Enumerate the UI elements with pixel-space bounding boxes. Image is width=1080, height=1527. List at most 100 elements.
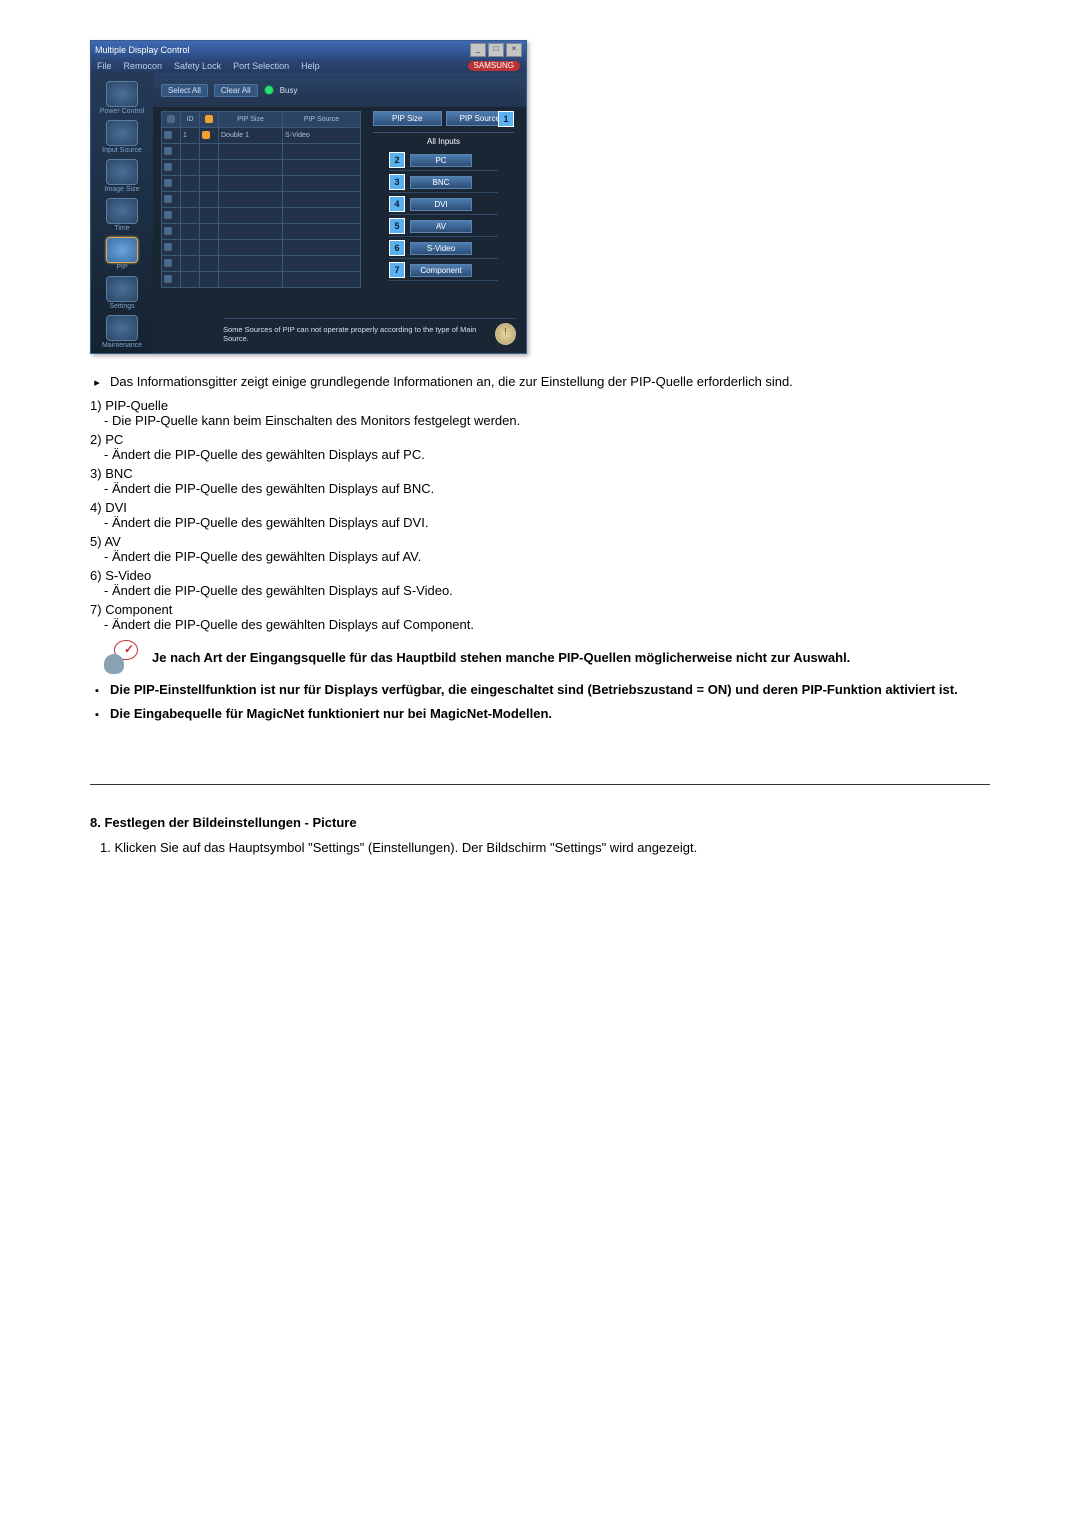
input-num: 2 — [389, 152, 405, 168]
window-controls: _ □ × — [470, 43, 522, 57]
feature-list: 1) PIP-Quelle- Die PIP-Quelle kann beim … — [90, 398, 990, 632]
input-button[interactable]: AV — [410, 220, 472, 233]
input-button[interactable]: PC — [410, 154, 472, 167]
item-desc: - Ändert die PIP-Quelle des gewählten Di… — [90, 583, 990, 598]
row-id: 1 — [181, 128, 200, 144]
table-row[interactable] — [162, 256, 361, 272]
table-row[interactable] — [162, 208, 361, 224]
sidebar-label: Input Source — [102, 147, 142, 154]
clear-all-button[interactable]: Clear All — [214, 84, 258, 97]
menu-bar: File Remocon Safety Lock Port Selection … — [91, 59, 526, 73]
row-check-icon[interactable] — [164, 195, 172, 203]
item-num: 2) — [90, 432, 102, 447]
row-check-icon[interactable] — [164, 259, 172, 267]
item-desc: - Ändert die PIP-Quelle des gewählten Di… — [90, 447, 990, 462]
input-num: 7 — [389, 262, 405, 278]
main-area: Select All Clear All Busy ID PIP Size PI… — [153, 73, 526, 353]
checkbox-icon[interactable] — [167, 115, 175, 123]
tab-pip-size[interactable]: PIP Size — [373, 111, 442, 126]
row-check-icon[interactable] — [164, 163, 172, 171]
tab-badge: 1 — [498, 111, 514, 127]
table-row[interactable] — [162, 176, 361, 192]
input-button[interactable]: BNC — [410, 176, 472, 189]
intro-row: ▸ Das Informationsgitter zeigt einige gr… — [90, 374, 990, 392]
tab-pip-source[interactable]: PIP Source1 — [446, 111, 515, 126]
menu-safety-lock[interactable]: Safety Lock — [174, 61, 221, 71]
item-num: 3) — [90, 466, 102, 481]
window-title-bar: Multiple Display Control _ □ × — [91, 41, 526, 59]
sidebar-item-maintenance[interactable]: Maintenance — [94, 313, 150, 351]
brand-badge: SAMSUNG — [468, 61, 520, 71]
table-row[interactable] — [162, 240, 361, 256]
busy-indicator-icon — [264, 85, 274, 95]
sidebar-item-input-source[interactable]: Input Source — [94, 118, 150, 156]
pip-icon — [106, 237, 138, 263]
sidebar-item-settings[interactable]: Settings — [94, 274, 150, 312]
input-item-av[interactable]: 5 AV — [389, 218, 498, 237]
sidebar-label: Settings — [109, 303, 134, 310]
maximize-button[interactable]: □ — [488, 43, 504, 57]
row-check-icon[interactable] — [164, 243, 172, 251]
table-row[interactable] — [162, 224, 361, 240]
sidebar-item-power-control[interactable]: Power Control — [94, 79, 150, 117]
select-all-button[interactable]: Select All — [161, 84, 208, 97]
table-row[interactable] — [162, 272, 361, 288]
input-item-component[interactable]: 7 Component — [389, 262, 498, 281]
input-num: 6 — [389, 240, 405, 256]
bold-note-2: Die Eingabequelle für MagicNet funktioni… — [110, 706, 552, 724]
input-num: 4 — [389, 196, 405, 212]
sidebar-item-image-size[interactable]: Image Size — [94, 157, 150, 195]
close-button[interactable]: × — [506, 43, 522, 57]
table-row[interactable] — [162, 144, 361, 160]
table-row[interactable]: 1 Double 1 S-Video — [162, 128, 361, 144]
input-num: 5 — [389, 218, 405, 234]
input-item-dvi[interactable]: 4 DVI — [389, 196, 498, 215]
list-item: 1) PIP-Quelle- Die PIP-Quelle kann beim … — [90, 398, 990, 428]
menu-remocon[interactable]: Remocon — [124, 61, 163, 71]
input-button[interactable]: Component — [410, 264, 472, 277]
item-title: S-Video — [105, 568, 151, 583]
input-item-pc[interactable]: 2 PC — [389, 152, 498, 171]
menu-help[interactable]: Help — [301, 61, 320, 71]
input-button[interactable]: DVI — [410, 198, 472, 211]
toolbar: Select All Clear All Busy — [153, 73, 526, 107]
row-check-icon[interactable] — [164, 179, 172, 187]
list-item: 3) BNC- Ändert die PIP-Quelle des gewähl… — [90, 466, 990, 496]
row-pip-size: Double 1 — [219, 128, 283, 144]
bold-note-1: Die PIP-Einstellfunktion ist nur für Dis… — [110, 682, 958, 700]
minimize-button[interactable]: _ — [470, 43, 486, 57]
status-icon — [205, 115, 213, 123]
table-row[interactable] — [162, 160, 361, 176]
arrow-icon: ▪ — [90, 706, 104, 724]
warning-icon: ! — [495, 323, 516, 345]
row-check-icon[interactable] — [164, 227, 172, 235]
row-check-icon[interactable] — [164, 275, 172, 283]
item-num: 4) — [90, 500, 102, 515]
sidebar-item-pip[interactable]: PIP — [94, 235, 150, 273]
row-check-icon[interactable] — [164, 147, 172, 155]
grid-header-check — [162, 112, 181, 128]
image-size-icon — [106, 159, 138, 185]
footer-text: Some Sources of PIP can not operate prop… — [223, 325, 489, 343]
row-check-icon[interactable] — [164, 131, 172, 139]
item-num: 5) — [90, 534, 102, 549]
sidebar-label: PIP — [116, 264, 127, 271]
tab-label: PIP Size — [392, 114, 423, 123]
item-title: AV — [104, 534, 120, 549]
sidebar-item-time[interactable]: Time — [94, 196, 150, 234]
app-screenshot: Multiple Display Control _ □ × File Remo… — [90, 40, 990, 354]
intro-text: Das Informationsgitter zeigt einige grun… — [110, 374, 793, 392]
list-item: 7) Component- Ändert die PIP-Quelle des … — [90, 602, 990, 632]
item-num: 6) — [90, 568, 102, 583]
list-item: 2) PC- Ändert die PIP-Quelle des gewählt… — [90, 432, 990, 462]
menu-file[interactable]: File — [97, 61, 112, 71]
content-area: ID PIP Size PIP Source 1 Double 1 S-Vide… — [153, 107, 526, 292]
sidebar-label: Time — [114, 225, 129, 232]
bold-note-1-row: ▪ Die PIP-Einstellfunktion ist nur für D… — [90, 682, 990, 700]
row-check-icon[interactable] — [164, 211, 172, 219]
input-item-bnc[interactable]: 3BNC — [389, 174, 498, 193]
menu-port-selection[interactable]: Port Selection — [233, 61, 289, 71]
input-button[interactable]: S-Video — [410, 242, 472, 255]
input-item-s-video[interactable]: 6 S-Video — [389, 240, 498, 259]
table-row[interactable] — [162, 192, 361, 208]
